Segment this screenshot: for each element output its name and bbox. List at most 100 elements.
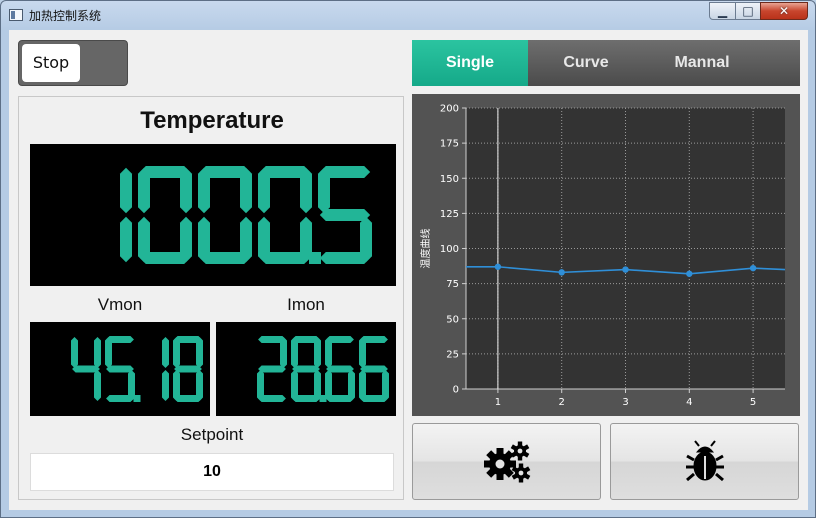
imon-segment [258, 395, 286, 402]
vmon-segment [105, 337, 112, 368]
x-tick-label: 1 [495, 397, 501, 408]
app-icon [9, 9, 23, 21]
imon-segment [360, 365, 388, 373]
temperature-segment [240, 167, 252, 214]
imon-digit [257, 336, 287, 402]
mode-tabs: Single Curve Mannal [412, 40, 800, 86]
close-icon: ✕ [778, 4, 790, 18]
vmon-display [30, 322, 210, 416]
setpoint-label: Setpoint [180, 425, 244, 444]
imon-segment [291, 370, 298, 401]
temperature-segment [138, 167, 150, 214]
vmon-segment [71, 337, 78, 368]
vmon-digit [105, 336, 141, 402]
y-tick-label: 125 [440, 209, 459, 220]
vmon-segment [94, 337, 101, 368]
vmon-segment [106, 365, 134, 373]
imon-label: Imon [287, 295, 325, 314]
tab-single[interactable]: Single [412, 40, 528, 86]
imon-segment [291, 337, 298, 368]
maximize-button[interactable]: □ [735, 2, 761, 20]
data-point [494, 263, 502, 270]
app-window: 加热控制系统 ▁ □ ✕ Stop Temperature Vmon Imon … [0, 0, 816, 518]
vmon-segment [72, 365, 100, 373]
tab-curve[interactable]: Curve [528, 40, 644, 86]
x-tick-label: 3 [622, 397, 628, 408]
client-area: Stop Temperature Vmon Imon Setpoint 10 S… [9, 30, 808, 510]
temperature-digits [120, 166, 372, 264]
vmon-digit [162, 337, 169, 401]
y-tick-label: 50 [446, 314, 459, 325]
temperature-segment [138, 216, 150, 263]
y-tick-label: 175 [440, 139, 459, 150]
data-point [558, 269, 565, 276]
temperature-decimal-point [309, 252, 321, 264]
temperature-segment [198, 216, 210, 263]
vmon-segment [162, 370, 169, 401]
minimize-button[interactable]: ▁ [709, 2, 736, 20]
bug-icon [685, 439, 724, 481]
vmon-segment [106, 395, 134, 402]
vmon-segment [173, 337, 180, 368]
temperature-segment [258, 167, 270, 214]
temperature-chart: 0 25 50 75 100 125 150 175 200 1 2 3 4 5 温度曲线 [412, 94, 800, 416]
y-tick-label: 75 [446, 279, 459, 290]
temperature-title: Temperature [140, 107, 284, 134]
vmon-decimal-point [133, 395, 141, 402]
imon-segment [326, 365, 354, 373]
title-bar[interactable]: 加热控制系统 ▁ □ ✕ [1, 1, 815, 29]
debug-button[interactable] [610, 423, 799, 500]
data-point [749, 264, 757, 272]
temperature-digit [120, 167, 132, 263]
imon-display [216, 322, 396, 416]
temperature-digit [318, 166, 372, 264]
vmon-segment [173, 370, 180, 401]
temperature-segment [319, 252, 371, 264]
imon-digit [291, 336, 327, 402]
imon-segment [280, 337, 287, 368]
data-point [686, 270, 693, 277]
y-tick-label: 150 [440, 174, 459, 185]
temperature-segment [120, 216, 132, 263]
setpoint-input[interactable]: 10 [30, 453, 394, 491]
temperature-segment [120, 167, 132, 214]
gears-icon [483, 441, 530, 482]
y-tick-label: 0 [453, 385, 459, 396]
imon-segment [258, 365, 286, 373]
vmon-digit [71, 337, 101, 401]
maximize-icon: □ [742, 4, 754, 18]
imon-segment [325, 337, 332, 368]
imon-digit [325, 336, 355, 402]
y-axis-label: 温度曲线 [419, 229, 432, 269]
x-tick-label: 2 [559, 397, 565, 408]
y-tick-label: 200 [440, 104, 459, 115]
close-button[interactable]: ✕ [760, 2, 808, 20]
imon-segment [382, 370, 389, 401]
temperature-segment [198, 167, 210, 214]
y-tick-label: 25 [446, 349, 459, 360]
settings-button[interactable] [412, 423, 601, 500]
temperature-segment [180, 167, 192, 214]
tab-mannal[interactable]: Mannal [644, 40, 760, 86]
vmon-segment [174, 365, 202, 373]
temperature-digit [258, 166, 321, 264]
run-toggle-label: Stop [22, 44, 80, 82]
imon-segment [314, 337, 321, 368]
temperature-digit [198, 166, 252, 264]
temperature-segment [319, 209, 371, 221]
vmon-segment [196, 337, 203, 368]
run-toggle[interactable]: Stop [18, 40, 128, 86]
vmon-label: Vmon [97, 295, 143, 314]
temperature-digit [138, 166, 192, 264]
imon-segment [359, 337, 366, 368]
x-tick-label: 5 [750, 397, 756, 408]
minimize-icon: ▁ [717, 4, 728, 18]
y-tick-label: 100 [440, 244, 459, 255]
vmon-digits [71, 336, 203, 402]
data-point [622, 266, 629, 273]
imon-segment [348, 370, 355, 401]
x-tick-label: 4 [686, 397, 692, 408]
temperature-segment [258, 216, 270, 263]
vmon-segment [162, 337, 169, 368]
vmon-segment [94, 370, 101, 401]
